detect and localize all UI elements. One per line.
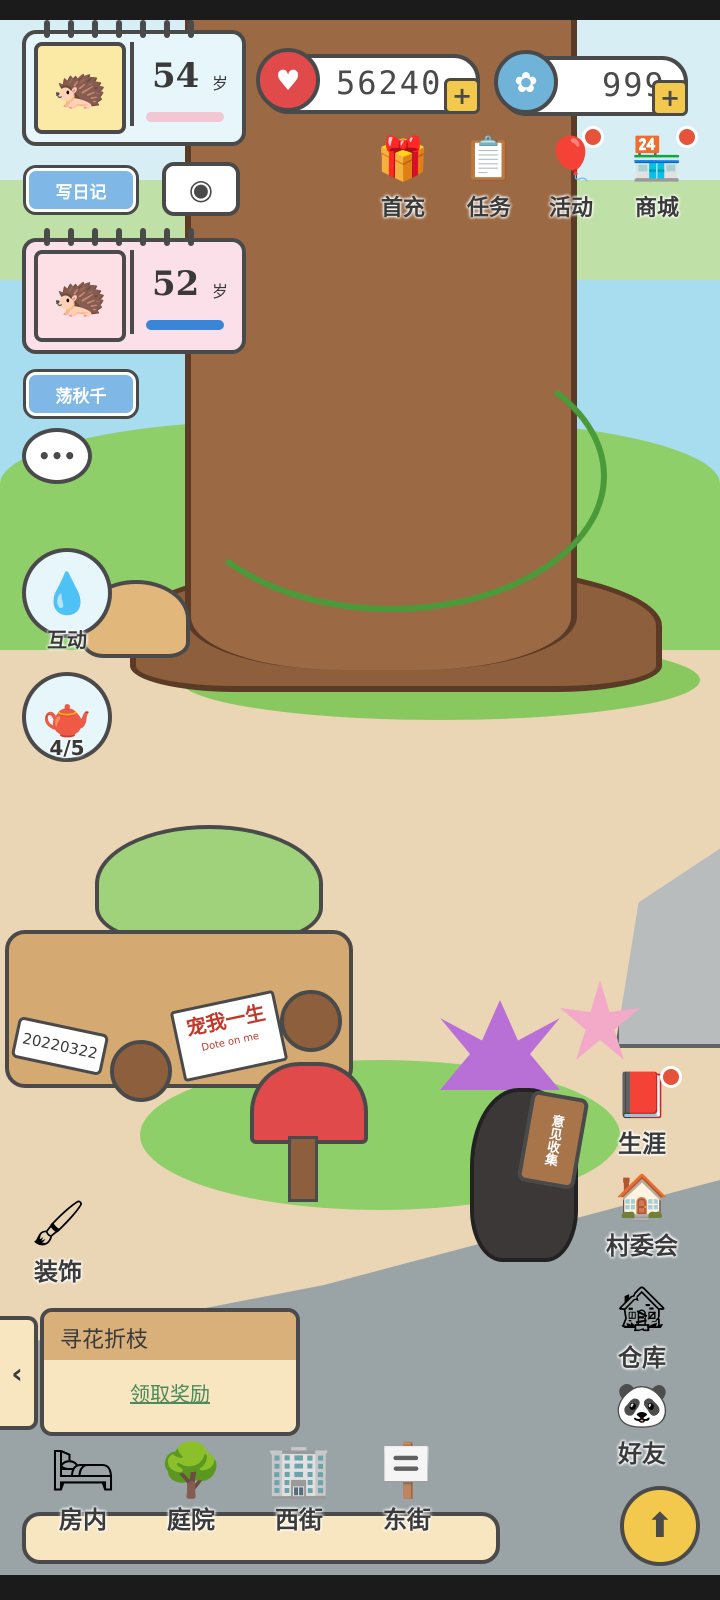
tasks-button[interactable]: 📋 任务 bbox=[452, 128, 526, 228]
shop-notification-dot bbox=[676, 126, 698, 148]
hedgehog-icon: 🦔 bbox=[34, 250, 126, 342]
write-diary-button[interactable]: 写日记 bbox=[23, 165, 139, 215]
quest-title: 寻花折枝 bbox=[60, 1328, 149, 1353]
shop-label: 商城 bbox=[634, 196, 679, 221]
up-arrow-icon[interactable]: ⬆ bbox=[620, 1486, 700, 1566]
claim-reward-link[interactable]: 领取奖励 bbox=[44, 1378, 296, 1407]
friends-label: 好友 bbox=[618, 1440, 666, 1468]
building-icon: 🏢 bbox=[266, 1441, 332, 1501]
camera-icon[interactable]: ◉ bbox=[162, 162, 240, 216]
events-notification-dot bbox=[582, 126, 604, 148]
gift-icon: 🎁 bbox=[376, 134, 430, 183]
chat-bubble-icon[interactable]: ••• bbox=[22, 428, 92, 484]
car-wheel bbox=[110, 1040, 172, 1102]
warehouse-button[interactable]: 🏚 仓库 bbox=[598, 1282, 686, 1373]
nav-indoor[interactable]: 🛏 房内 bbox=[28, 1436, 138, 1535]
heart-icon: ♥ bbox=[256, 48, 320, 112]
feedback-sign-text: 意见收集 bbox=[541, 1113, 565, 1167]
tree-vine bbox=[175, 340, 607, 612]
nav-garden[interactable]: 🌳 庭院 bbox=[136, 1436, 246, 1535]
paintbrush-icon: 🖌 bbox=[30, 1198, 86, 1249]
water-count: 4/5 bbox=[49, 736, 85, 760]
binder-rings bbox=[44, 228, 234, 248]
nav-east-street-label: 东街 bbox=[383, 1506, 431, 1534]
nav-west-street-label: 西街 bbox=[275, 1506, 323, 1534]
first-recharge-button[interactable]: 🎁 首充 bbox=[366, 128, 440, 228]
village-committee-label: 村委会 bbox=[606, 1232, 678, 1260]
swing-button[interactable]: 荡秋千 bbox=[23, 369, 139, 419]
leaf-roof bbox=[95, 825, 323, 943]
career-notification-dot bbox=[660, 1066, 682, 1088]
decorate-label: 装饰 bbox=[34, 1258, 82, 1286]
career-label: 生涯 bbox=[618, 1130, 666, 1158]
tasks-label: 任务 bbox=[466, 196, 511, 221]
bed-icon: 🛏 bbox=[49, 1441, 116, 1501]
age-suffix: 岁 bbox=[212, 282, 229, 301]
player1-age: 54 bbox=[152, 56, 200, 96]
player2-age: 52 bbox=[152, 264, 200, 304]
signpost-icon: 🪧 bbox=[374, 1441, 440, 1501]
age-panel: 52 岁 bbox=[130, 250, 234, 334]
events-label: 活动 bbox=[548, 196, 593, 221]
nav-east-street[interactable]: 🪧 东街 bbox=[352, 1436, 462, 1535]
status-bar bbox=[0, 0, 720, 20]
binder-rings bbox=[44, 20, 234, 40]
hedgehog-icon: 🦔 bbox=[34, 42, 126, 134]
collapse-quest-button[interactable]: ‹ bbox=[0, 1316, 38, 1430]
player1-age-card[interactable]: 🦔 54 岁 bbox=[22, 20, 246, 146]
first-recharge-label: 首充 bbox=[380, 196, 425, 221]
panda-friends-icon: 🐼 bbox=[614, 1380, 670, 1431]
nav-indoor-label: 房内 bbox=[59, 1506, 107, 1534]
player2-age-card[interactable]: 🦔 52 岁 bbox=[22, 228, 246, 354]
house-icon: 🏠 bbox=[614, 1172, 670, 1223]
add-clovers-button[interactable]: + bbox=[652, 80, 688, 116]
garden-icon: 🌳 bbox=[158, 1441, 224, 1501]
hearts-value: 56240 bbox=[336, 64, 443, 102]
decorate-button[interactable]: 🖌 装饰 bbox=[14, 1196, 102, 1287]
warehouse-label: 仓库 bbox=[618, 1344, 666, 1372]
player2-age-bar bbox=[146, 320, 224, 330]
village-committee-button[interactable]: 🏠 村委会 bbox=[598, 1170, 686, 1261]
car-wheel bbox=[280, 990, 342, 1052]
mailbox[interactable] bbox=[250, 1062, 368, 1144]
clipboard-icon: 📋 bbox=[462, 134, 516, 183]
warehouse-icon: 🏚 bbox=[614, 1284, 670, 1335]
friends-button[interactable]: 🐼 好友 bbox=[598, 1378, 686, 1469]
nav-garden-label: 庭院 bbox=[167, 1506, 215, 1534]
mailbox-post bbox=[288, 1136, 318, 1202]
clover-icon: ✿ bbox=[494, 50, 558, 114]
interact-label: 互动 bbox=[47, 628, 87, 652]
add-hearts-button[interactable]: + bbox=[444, 78, 480, 114]
age-panel: 54 岁 bbox=[130, 42, 234, 126]
bottom-bar bbox=[0, 1575, 720, 1600]
age-suffix: 岁 bbox=[212, 74, 229, 93]
quest-card[interactable]: 寻花折枝 领取奖励 bbox=[40, 1308, 300, 1436]
player1-age-bar bbox=[146, 112, 224, 122]
nav-west-street[interactable]: 🏢 西街 bbox=[244, 1436, 354, 1535]
